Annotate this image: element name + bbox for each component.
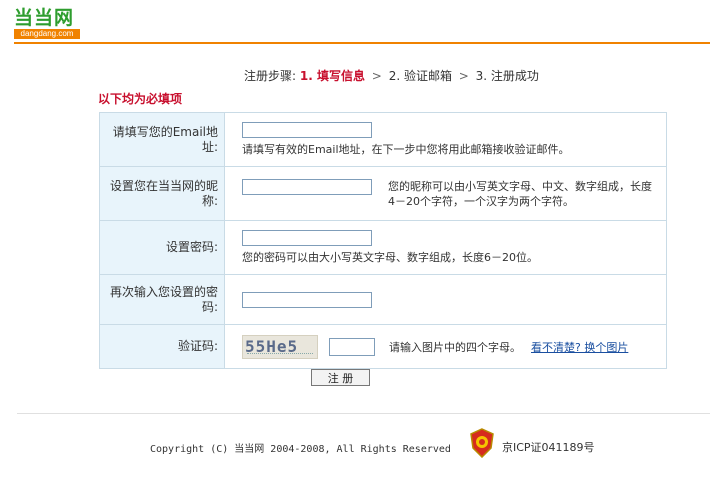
password-field[interactable] bbox=[242, 230, 372, 246]
captcha-image[interactable]: 55He5 bbox=[242, 334, 318, 359]
password-confirm-label: 再次输入您设置的密码: bbox=[99, 274, 225, 325]
step-arrow-icon: > bbox=[458, 69, 469, 83]
header-divider bbox=[14, 42, 710, 44]
nickname-row: 设置您在当当网的昵称: 您的昵称可以由小写英文字母、中文、数字组成，长度4－20… bbox=[99, 166, 667, 221]
logo-domain: dangdang.com bbox=[14, 29, 80, 39]
required-fields-note: 以下均为必填项 bbox=[98, 92, 183, 106]
step-2-verify-email: 2. 验证邮箱 bbox=[388, 69, 452, 83]
step-3-success: 3. 注册成功 bbox=[475, 69, 539, 83]
police-badge-icon[interactable] bbox=[469, 428, 495, 459]
captcha-hint: 请输入图片中的四个字母。 bbox=[389, 340, 521, 354]
password-confirm-row: 再次输入您设置的密码: bbox=[99, 274, 667, 325]
password-label: 设置密码: bbox=[99, 220, 225, 275]
register-button[interactable]: 注 册 bbox=[311, 369, 370, 386]
refresh-captcha-link[interactable]: 看不清楚? 换个图片 bbox=[531, 339, 628, 355]
email-hint: 请填写有效的Email地址，在下一步中您将用此邮箱接收验证邮件。 bbox=[242, 143, 570, 156]
icp-license[interactable]: 京ICP证041189号 bbox=[502, 439, 595, 455]
password-confirm-field[interactable] bbox=[242, 291, 372, 308]
email-label: 请填写您的Email地址: bbox=[99, 112, 225, 167]
registration-form: 请填写您的Email地址: 请填写有效的Email地址，在下一步中您将用此邮箱接… bbox=[99, 112, 667, 369]
step-1-fill-info: 1. 填写信息 bbox=[299, 69, 365, 83]
steps-prefix: 注册步骤: bbox=[244, 69, 297, 83]
captcha-row: 验证码: 55He5 请输入图片中的四个字母。 看不清楚? 换个图片 bbox=[99, 324, 667, 369]
registration-steps: 注册步骤: 1. 填写信息 > 2. 验证邮箱 > 3. 注册成功 bbox=[244, 67, 539, 84]
nickname-hint: 您的昵称可以由小写英文字母、中文、数字组成，长度4－20个字符，一个汉字为两个字… bbox=[388, 179, 652, 208]
password-row: 设置密码: 您的密码可以由大小写英文字母、数字组成，长度6－20位。 bbox=[99, 220, 667, 275]
dangdang-logo[interactable]: 当当网 dangdang.com bbox=[14, 7, 82, 39]
email-field[interactable] bbox=[242, 122, 372, 138]
captcha-field[interactable] bbox=[329, 337, 375, 356]
password-hint: 您的密码可以由大小写英文字母、数字组成，长度6－20位。 bbox=[242, 251, 538, 264]
footer-divider bbox=[17, 413, 710, 414]
captcha-noise bbox=[247, 352, 313, 354]
logo-text: 当当网 bbox=[14, 7, 75, 29]
copyright-text: Copyright (C) 当当网 2004-2008, All Rights … bbox=[150, 444, 451, 455]
nickname-field[interactable] bbox=[242, 178, 372, 195]
email-row: 请填写您的Email地址: 请填写有效的Email地址，在下一步中您将用此邮箱接… bbox=[99, 112, 667, 167]
step-arrow-icon: > bbox=[371, 69, 382, 83]
nickname-label: 设置您在当当网的昵称: bbox=[99, 166, 225, 221]
captcha-label: 验证码: bbox=[99, 324, 225, 369]
